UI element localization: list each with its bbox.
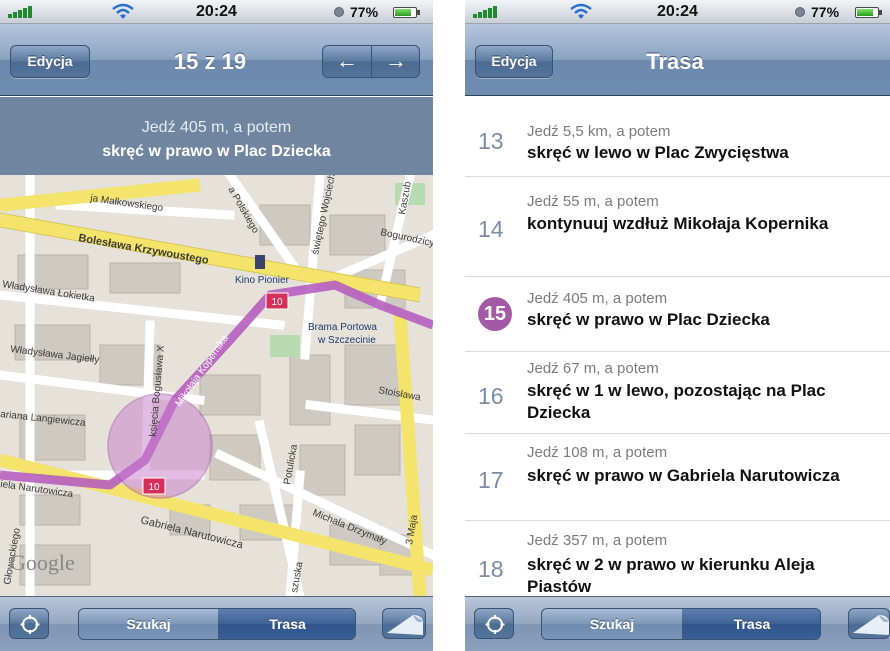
status-bar: 20:24 77% xyxy=(465,0,890,24)
banner-instruction: skręć w prawo w Plac Dziecka xyxy=(102,143,331,160)
next-step-button[interactable]: → xyxy=(372,46,419,77)
page-curl-button[interactable] xyxy=(382,608,426,639)
route-list-screen: 20:24 77% Edycja Trasa 13 Jedź 5,5 km, a… xyxy=(465,0,890,651)
battery-percent: 77% xyxy=(350,4,379,20)
map-screen: 20:24 77% Edycja 15 z 19 ← → 10 10 ja Ma… xyxy=(0,0,433,651)
edit-button[interactable]: Edycja xyxy=(10,45,90,78)
previous-step-button[interactable]: ← xyxy=(323,46,371,77)
list-item[interactable]: 16 Jedź 67 m, a potem skręć w 1 w lewo, … xyxy=(465,352,890,434)
tab-search[interactable]: Szukaj xyxy=(79,609,218,639)
status-bar: 20:24 77% xyxy=(0,0,433,24)
list-item[interactable]: 18 Jedź 357 m, a potem skręć w 2 w prawo… xyxy=(465,521,890,596)
step-counter: 15 z 19 xyxy=(173,49,247,74)
map-view[interactable]: 10 10 ja Małkowskiego a Polskiego święte… xyxy=(0,175,433,596)
banner-distance: Jedź 405 m, a potem xyxy=(141,119,292,136)
battery-percent: 77% xyxy=(811,4,840,20)
step-navigation-control: ← → xyxy=(322,45,420,78)
arrow-right-icon: → xyxy=(385,48,407,73)
step-number: 13 xyxy=(478,128,504,154)
bottom-toolbar: Szukaj Trasa xyxy=(465,596,890,651)
edit-button[interactable]: Edycja xyxy=(475,45,553,78)
tab-route[interactable]: Trasa xyxy=(682,609,820,639)
step-distance: Jedź 108 m, a potem xyxy=(527,444,668,461)
tab-route[interactable]: Trasa xyxy=(218,609,355,639)
locate-button[interactable] xyxy=(9,608,49,639)
step-distance: Jedź 5,5 km, a potem xyxy=(527,123,671,140)
step-number: 14 xyxy=(478,216,504,242)
route-steps-list[interactable]: 13 Jedź 5,5 km, a potem skręć w lewo w P… xyxy=(465,97,890,596)
step-number: 17 xyxy=(478,467,504,493)
nav-bar: Edycja 15 z 19 ← → xyxy=(0,24,433,96)
bottom-toolbar: Szukaj Trasa xyxy=(0,596,433,651)
list-item[interactable]: 14 Jedź 55 m, a potem kontynuuj wzdłuż M… xyxy=(465,177,890,277)
crosshair-icon xyxy=(20,615,40,634)
arrow-left-icon: ← xyxy=(336,48,358,73)
step-number: 18 xyxy=(478,556,504,582)
step-instruction: skręć w 2 w prawo w kierunku Aleja Piast… xyxy=(527,555,815,596)
step-instruction: skręć w 1 w lewo, pozostając na Plac Dzi… xyxy=(527,381,826,422)
list-item[interactable]: 13 Jedź 5,5 km, a potem skręć w lewo w P… xyxy=(465,97,890,177)
step-distance: Jedź 405 m, a potem xyxy=(527,290,668,307)
poi-label: w Szczecinie xyxy=(317,335,376,346)
poi-label: Kino Pionier xyxy=(235,275,290,286)
alarm-icon xyxy=(334,7,344,17)
instruction-banner: Jedź 405 m, a potem skręć w prawo w Plac… xyxy=(0,97,433,175)
poi-label: Brama Portowa xyxy=(308,322,377,333)
battery-icon xyxy=(855,7,882,18)
nav-bar: Edycja Trasa xyxy=(465,24,890,96)
route-badge: 10 xyxy=(148,482,160,493)
step-distance: Jedź 55 m, a potem xyxy=(527,193,659,210)
current-step-badge: 15 xyxy=(478,297,512,331)
crosshair-icon xyxy=(485,615,505,634)
step-number: 16 xyxy=(478,383,504,409)
page-title: Trasa xyxy=(646,49,704,74)
list-item[interactable]: 17 Jedź 108 m, a potem skręć w prawo w G… xyxy=(465,434,890,521)
page-curl-icon xyxy=(387,615,423,635)
page-curl-icon xyxy=(853,615,889,635)
step-instruction: skręć w prawo w Gabriela Narutowicza xyxy=(527,466,840,485)
map-canvas[interactable]: 10 10 ja Małkowskiego a Polskiego święte… xyxy=(0,175,433,596)
route-badge: 10 xyxy=(271,297,283,308)
cinema-icon xyxy=(255,255,265,269)
locate-button[interactable] xyxy=(474,608,514,639)
step-instruction: skręć w prawo w Plac Dziecka xyxy=(527,310,770,329)
tab-search[interactable]: Szukaj xyxy=(542,609,682,639)
list-item[interactable]: 15 Jedź 405 m, a potem skręć w prawo w P… xyxy=(465,277,890,352)
view-mode-control: Szukaj Trasa xyxy=(541,608,821,640)
page-curl-button[interactable] xyxy=(848,608,890,639)
battery-icon xyxy=(393,7,420,18)
step-distance: Jedź 357 m, a potem xyxy=(527,532,668,549)
step-instruction: skręć w lewo w Plac Zwycięstwa xyxy=(527,143,789,162)
view-mode-control: Szukaj Trasa xyxy=(78,608,356,640)
google-logo: Google xyxy=(10,550,75,575)
step-instruction: kontynuuj wzdłuż Mikołaja Kopernika xyxy=(527,214,829,233)
step-distance: Jedź 67 m, a potem xyxy=(527,360,659,377)
alarm-icon xyxy=(795,7,805,17)
